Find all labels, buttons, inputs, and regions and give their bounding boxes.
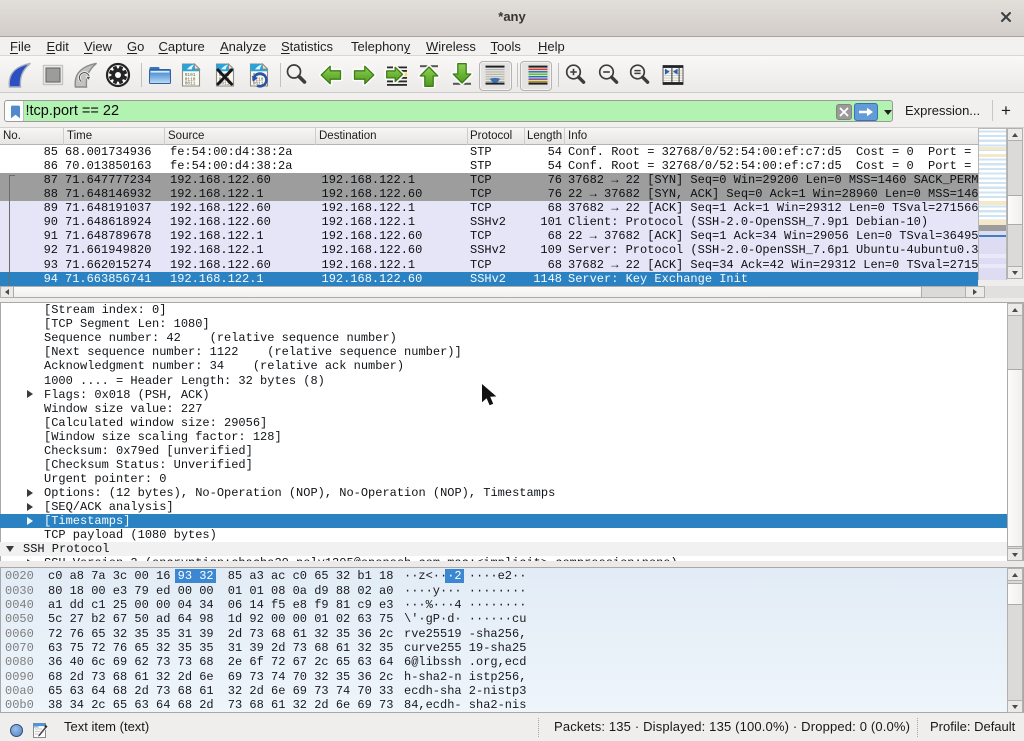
svg-text:0011: 0011 <box>185 82 196 87</box>
